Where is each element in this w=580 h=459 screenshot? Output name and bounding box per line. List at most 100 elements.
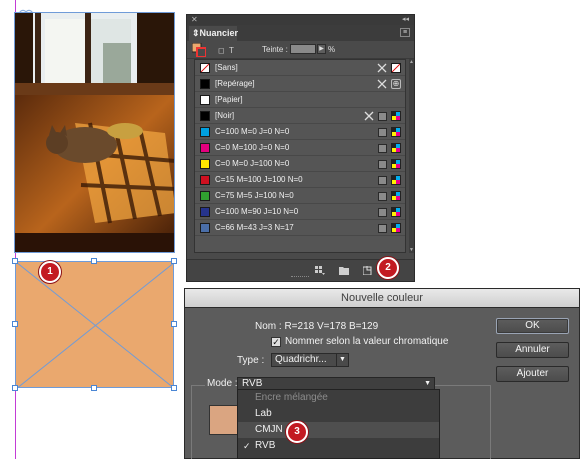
swatch-color-chip (200, 143, 210, 153)
folder-icon[interactable] (339, 266, 349, 275)
no-edit-icon (377, 79, 387, 89)
swatch-name-row: Nom : R=218 V=178 B=129 (255, 321, 378, 332)
add-button[interactable]: Ajouter (496, 366, 569, 382)
dropdown-item[interactable]: CMJN (238, 422, 439, 438)
swatch-row[interactable]: [Sans] (195, 60, 405, 76)
scroll-up-icon[interactable]: ▲ (409, 59, 414, 65)
show-swatch-kinds-icon[interactable] (315, 266, 325, 275)
new-swatch-icon[interactable] (363, 266, 373, 275)
tab-swatches[interactable]: ⇕Nuancier (189, 26, 238, 41)
dropdown-item[interactable]: ✓ RVB (238, 438, 439, 454)
swatch-color-chip (200, 79, 210, 89)
process-color-icon (378, 207, 387, 217)
dropdown-item-label: RVB (255, 440, 276, 451)
swatch-row[interactable]: [Repérage] ⊕ (195, 76, 405, 92)
placeholder-frame[interactable] (15, 261, 175, 389)
scrollbar[interactable]: ▲ ▼ (409, 59, 414, 253)
tint-slider-arrow-icon[interactable]: ▶ (317, 44, 326, 54)
resize-handle[interactable] (171, 385, 177, 391)
callout-badge: 2 (377, 257, 399, 279)
swatch-row[interactable]: C=0 M=100 J=0 N=0 (195, 140, 405, 156)
swatch-row[interactable]: C=75 M=5 J=100 N=0 (195, 188, 405, 204)
swatch-row[interactable]: C=15 M=100 J=100 N=0 (195, 172, 405, 188)
none-color-icon (391, 63, 401, 73)
swatch-row[interactable]: [Noir] (195, 108, 405, 124)
process-color-icon (378, 127, 387, 137)
dropdown-arrow-icon: ▼ (424, 380, 431, 387)
swatch-row[interactable]: C=100 M=90 J=10 N=0 (195, 204, 405, 220)
panel-menu-icon[interactable]: ≡ (400, 28, 410, 37)
swatch-name: C=75 M=5 J=100 N=0 (215, 191, 294, 200)
close-icon[interactable]: ✕ (191, 15, 198, 25)
swatch-icons (378, 175, 401, 185)
ok-button[interactable]: OK (496, 318, 569, 334)
swatch-icons (377, 63, 401, 73)
tint-label: Teinte : (262, 45, 288, 54)
resize-handle[interactable] (91, 258, 97, 264)
dropdown-item-label: Lab (255, 408, 272, 419)
scroll-down-icon[interactable]: ▼ (409, 247, 414, 253)
cmyk-mode-icon (391, 191, 401, 201)
color-mode-value: RVB (242, 378, 263, 389)
color-type-value: Quadrichr... (275, 354, 327, 365)
swatch-icons (378, 143, 401, 153)
color-type-select[interactable]: Quadrichr... ▼ (271, 353, 349, 367)
color-type-label: Type : (237, 355, 265, 366)
swatch-row[interactable]: C=100 M=0 J=0 N=0 (195, 124, 405, 140)
dropdown-item: Encre mélangée (238, 390, 439, 406)
swatch-color-chip (200, 207, 210, 217)
swatch-name: [Sans] (215, 63, 238, 72)
resize-handle[interactable] (12, 258, 18, 264)
swatch-name: [Noir] (215, 111, 235, 120)
tint-input[interactable] (290, 44, 316, 54)
callout-badge: 3 (286, 421, 308, 443)
cmyk-mode-icon (391, 143, 401, 153)
cmyk-mode-icon (391, 111, 401, 121)
swatch-row[interactable]: C=66 M=43 J=3 N=17 (195, 220, 405, 236)
dialog-title: Nouvelle couleur (185, 289, 579, 308)
resize-handle[interactable] (12, 321, 18, 327)
cmyk-mode-icon (391, 207, 401, 217)
swatch-row[interactable]: [Papier] (195, 92, 405, 108)
collapse-icon[interactable]: ◂◂ (402, 15, 409, 25)
swatch-icons (364, 111, 401, 121)
resize-grip[interactable] (291, 276, 309, 279)
swatch-color-chip (200, 95, 210, 105)
swatch-row[interactable]: C=0 M=0 J=100 N=0 (195, 156, 405, 172)
dropdown-item-label: Encre mélangée (255, 392, 328, 403)
cat-photo (15, 13, 174, 252)
swatch-icons (378, 207, 401, 217)
name-with-value-option[interactable]: ✓ Nommer selon la valeur chromatique (271, 336, 448, 347)
fill-stroke-icon[interactable] (192, 43, 206, 57)
resize-handle[interactable] (12, 385, 18, 391)
dropdown-item-label: CMJN (255, 424, 283, 435)
process-color-icon (378, 223, 387, 233)
swatch-color-chip (200, 223, 210, 233)
process-color-icon (378, 175, 387, 185)
tint-unit: % (328, 45, 336, 54)
resize-handle[interactable] (91, 385, 97, 391)
swatch-name: C=0 M=100 J=0 N=0 (215, 143, 290, 152)
photo-frame[interactable] (14, 12, 175, 253)
formatting-text-icon[interactable]: T (229, 46, 234, 55)
resize-handle[interactable] (171, 258, 177, 264)
empty-frame-cross (16, 262, 175, 389)
tab-arrows-icon: ⇕ (192, 28, 200, 38)
swatch-color-chip (200, 111, 210, 121)
resize-handle[interactable] (171, 321, 177, 327)
swatch-name: C=66 M=43 J=3 N=17 (215, 223, 294, 232)
dropdown-item[interactable]: Lab (238, 406, 439, 422)
name-with-value-checkbox[interactable]: ✓ (271, 336, 281, 347)
process-color-icon (378, 111, 387, 121)
panel-toolbar: ◻ T Teinte : ▶ % (187, 41, 414, 59)
swatch-icons (378, 127, 401, 137)
process-color-icon (378, 143, 387, 153)
swatch-color-chip (200, 127, 210, 137)
swatch-icons (378, 223, 401, 233)
swatch-color-chip (200, 159, 210, 169)
swatch-icons (378, 191, 401, 201)
cancel-button[interactable]: Annuler (496, 342, 569, 358)
swatch-name: C=100 M=90 J=10 N=0 (215, 207, 299, 216)
swatch-name: C=0 M=0 J=100 N=0 (215, 159, 290, 168)
formatting-container-icon[interactable]: ◻ (218, 46, 225, 55)
